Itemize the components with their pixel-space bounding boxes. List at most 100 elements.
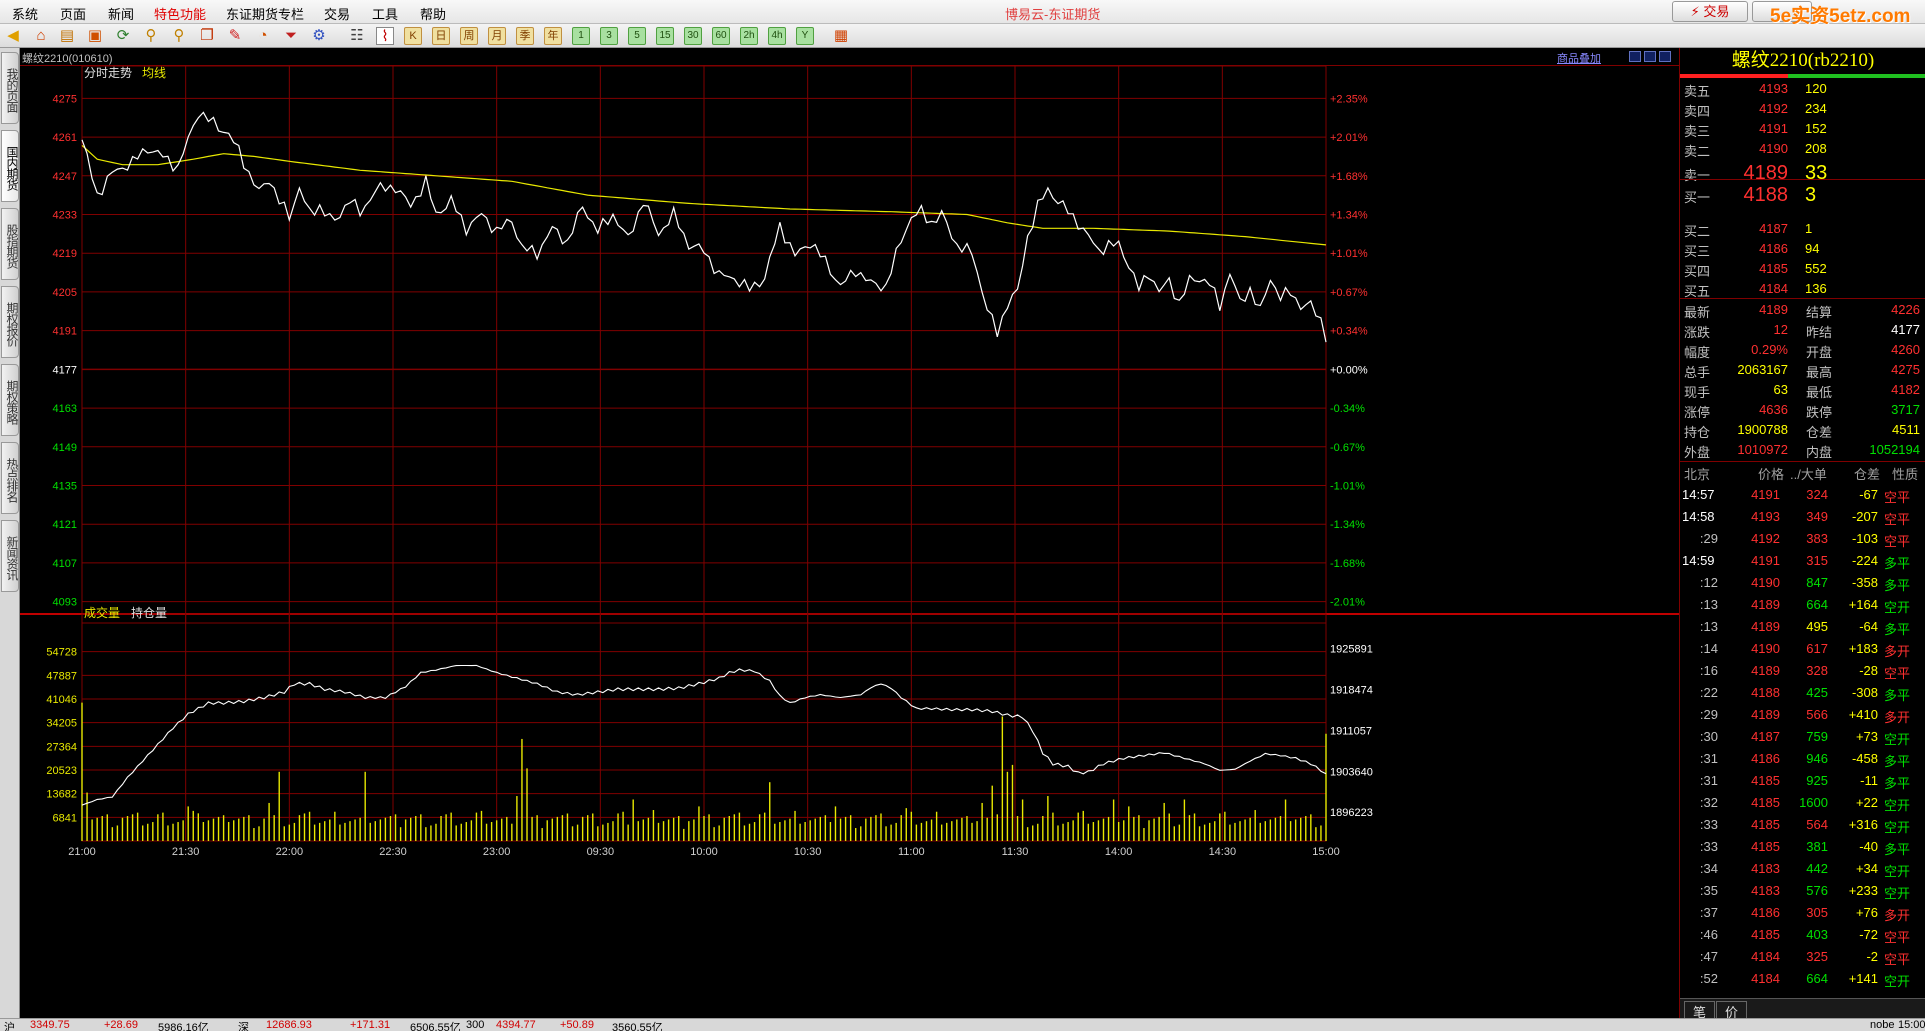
tick-row[interactable]: :52 4184 664 +141 空开: [1680, 968, 1925, 990]
window-icon[interactable]: ❐: [198, 27, 216, 45]
bid-row-3[interactable]: 买三 4186 94: [1680, 238, 1925, 259]
zoom-out-icon[interactable]: ⚲: [170, 27, 188, 45]
period-day[interactable]: 日: [432, 27, 450, 45]
period-quarter[interactable]: 季: [516, 27, 534, 45]
tick-row[interactable]: :31 4185 925 -11 多平: [1680, 770, 1925, 792]
time-tick-label: 10:30: [794, 846, 822, 858]
tick-row[interactable]: :12 4190 847 -358 多平: [1680, 572, 1925, 594]
tick-price: 4185: [1751, 817, 1780, 832]
sidebar-tab-option-strategy[interactable]: 期权策略: [1, 364, 19, 436]
period-30min[interactable]: 30: [684, 27, 702, 45]
tick-row[interactable]: :22 4188 425 -308 多平: [1680, 682, 1925, 704]
tick-row[interactable]: 14:57 4191 324 -67 空平: [1680, 484, 1925, 506]
intraday-chart-svg[interactable]: 4275 +2.35% 4261 +2.01% 4247 +1.68% 4233 +1.34%…: [20, 66, 1679, 1018]
stat-value: 0.29%: [1751, 342, 1788, 357]
indicator-icon[interactable]: ⚙: [310, 27, 328, 45]
sidebar-tab-news[interactable]: 新闻资讯: [1, 520, 19, 592]
tick-price: 4193: [1751, 509, 1780, 524]
period-4h[interactable]: 4h: [768, 27, 786, 45]
tick-row[interactable]: 14:58 4193 349 -207 空平: [1680, 506, 1925, 528]
filter-icon[interactable]: ⏷: [282, 27, 300, 45]
ask-row-4[interactable]: 卖四 4192 234: [1680, 98, 1925, 119]
tick-row[interactable]: :35 4183 576 +233 空开: [1680, 880, 1925, 902]
bid-row-1[interactable]: 买一 4188 3: [1680, 184, 1925, 206]
pct-tick-label: +1.68%: [1330, 171, 1368, 183]
period-5min[interactable]: 5: [628, 27, 646, 45]
chart-close-icon[interactable]: [1659, 51, 1671, 62]
menu-system[interactable]: 系统: [12, 4, 38, 23]
menu-tools[interactable]: 工具: [372, 4, 398, 23]
tick-row[interactable]: :29 4192 383 -103 空平: [1680, 528, 1925, 550]
period-15min[interactable]: 15: [656, 27, 674, 45]
period-2h[interactable]: 2h: [740, 27, 758, 45]
timeshare-chart-icon[interactable]: ⌇: [376, 27, 394, 45]
tick-oi-diff: -224: [1851, 553, 1878, 568]
tick-row[interactable]: :46 4185 403 -72 空平: [1680, 924, 1925, 946]
bid-row-4[interactable]: 买四 4185 552: [1680, 258, 1925, 279]
overlay-commodity-link[interactable]: 商品叠加: [1557, 50, 1601, 66]
tick-row[interactable]: :31 4186 946 -458 多平: [1680, 748, 1925, 770]
tick-row[interactable]: :16 4189 328 -28 空平: [1680, 660, 1925, 682]
bid-row-2[interactable]: 买二 4187 1: [1680, 218, 1925, 239]
menu-special-features[interactable]: 特色功能: [154, 4, 206, 23]
kline-icon[interactable]: K: [404, 27, 422, 45]
ask-label: 卖二: [1684, 144, 1711, 159]
back-arrow-icon[interactable]: ◀: [4, 27, 22, 45]
tick-time: :16: [1699, 663, 1718, 678]
tick-row[interactable]: :37 4186 305 +76 多开: [1680, 902, 1925, 924]
period-custom[interactable]: Y: [796, 27, 814, 45]
menu-page[interactable]: 页面: [60, 4, 86, 23]
tick-row[interactable]: :33 4185 564 +316 空开: [1680, 814, 1925, 836]
tick-row[interactable]: :14 4190 617 +183 多开: [1680, 638, 1925, 660]
period-month[interactable]: 月: [488, 27, 506, 45]
sidebar-tab-option-quotes[interactable]: 期权报价: [1, 286, 19, 358]
stat-value: 4275: [1891, 362, 1920, 377]
tick-nature: 空平: [1884, 930, 1911, 945]
tick-row[interactable]: :13 4189 664 +164 空开: [1680, 594, 1925, 616]
ask-row-5[interactable]: 卖五 4193 120: [1680, 78, 1925, 99]
period-3min[interactable]: 3: [600, 27, 618, 45]
tick-row[interactable]: :32 4185 1600 +22 空开: [1680, 792, 1925, 814]
pct-tick-label: +0.67%: [1330, 287, 1368, 299]
paint-icon[interactable]: ◔: [254, 27, 272, 45]
sidebar-tab-domestic-futures[interactable]: 国内期货: [1, 130, 19, 202]
period-1min[interactable]: 1: [572, 27, 590, 45]
zoom-in-icon[interactable]: ⚲: [142, 27, 160, 45]
menu-trade[interactable]: 交易: [324, 4, 350, 23]
tick-price: 4186: [1751, 905, 1780, 920]
intraday-chart-area[interactable]: 螺纹2210(010610) 商品叠加 4275 +2.35% 4261 +2.01%…: [20, 48, 1679, 1018]
tick-row[interactable]: :13 4189 495 -64 多平: [1680, 616, 1925, 638]
tick-row[interactable]: :29 4189 566 +410 多开: [1680, 704, 1925, 726]
tick-row[interactable]: :33 4185 381 -40 多平: [1680, 836, 1925, 858]
trade-button[interactable]: ⚡ 交易: [1672, 1, 1748, 22]
chart-restore-icon[interactable]: [1644, 51, 1656, 62]
home-icon[interactable]: ⌂: [32, 27, 50, 45]
bid-row-5[interactable]: 买五 4184 136: [1680, 278, 1925, 299]
book-icon[interactable]: ▤: [58, 27, 76, 45]
sidebar-tab-my-pages[interactable]: 我的页面: [1, 52, 19, 124]
pen-icon[interactable]: ✎: [226, 27, 244, 45]
period-60min[interactable]: 60: [712, 27, 730, 45]
sidebar-tab-index-futures[interactable]: 股指期货: [1, 208, 19, 280]
tick-row[interactable]: :30 4187 759 +73 空开: [1680, 726, 1925, 748]
period-week[interactable]: 周: [460, 27, 478, 45]
tick-nature: 多平: [1884, 754, 1911, 769]
period-year[interactable]: 年: [544, 27, 562, 45]
ask-row-2[interactable]: 卖二 4190 208: [1680, 138, 1925, 159]
refresh-icon[interactable]: ⟳: [114, 27, 132, 45]
menu-dongzheng-column[interactable]: 东证期货专栏: [226, 4, 304, 23]
menu-help[interactable]: 帮助: [420, 4, 446, 23]
tv-icon[interactable]: ▣: [86, 27, 104, 45]
quote-footer: 笔 价: [1680, 998, 1925, 1022]
sidebar-tab-hot-ranking[interactable]: 热点排名: [1, 442, 19, 514]
ask-row-3[interactable]: 卖三 4191 152: [1680, 118, 1925, 139]
calendar-icon[interactable]: ▦: [832, 27, 850, 45]
table-icon[interactable]: ☷: [348, 27, 366, 45]
chart-minimize-icon[interactable]: [1629, 51, 1641, 62]
tick-volume: 315: [1806, 553, 1828, 568]
tick-row[interactable]: 14:59 4191 315 -224 多平: [1680, 550, 1925, 572]
tick-row[interactable]: :47 4184 325 -2 空平: [1680, 946, 1925, 968]
menu-news[interactable]: 新闻: [108, 4, 134, 23]
tick-row[interactable]: :34 4183 442 +34 空开: [1680, 858, 1925, 880]
bid-volume: 136: [1805, 281, 1827, 296]
